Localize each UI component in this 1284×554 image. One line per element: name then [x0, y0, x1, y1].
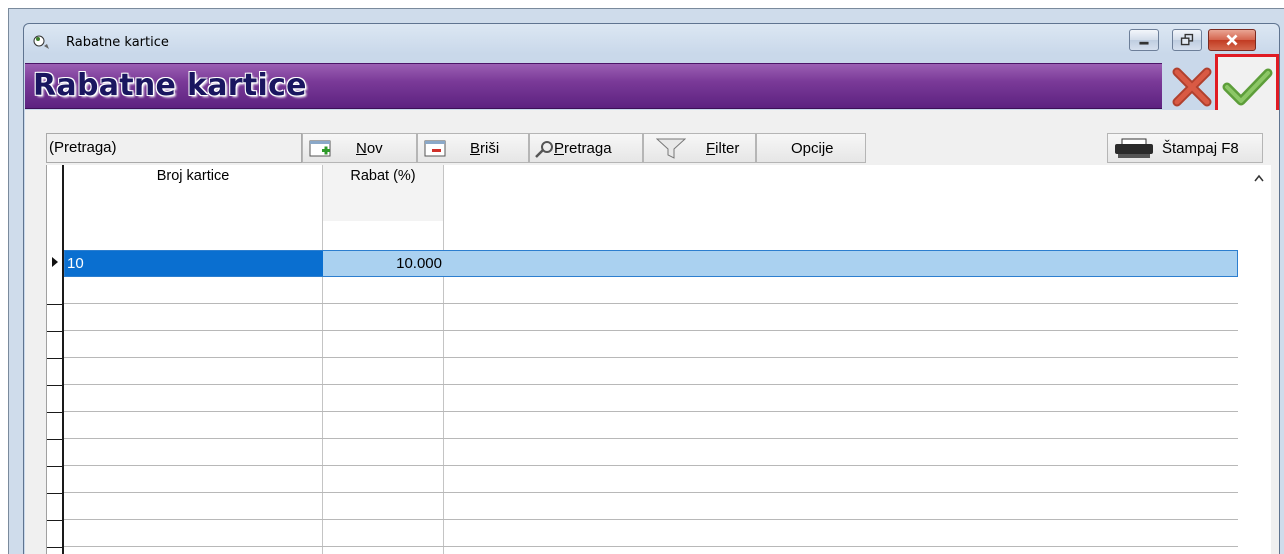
search-label-accel: P	[554, 140, 565, 157]
printer-icon	[1115, 138, 1153, 158]
row-marker	[47, 331, 64, 332]
table-row[interactable]	[64, 358, 1238, 385]
app-window: Rabatne kartice Rabatne kartice (Pretrag…	[23, 23, 1280, 554]
minimize-icon	[1139, 41, 1149, 45]
red-x-icon	[1172, 67, 1212, 107]
table-row[interactable]	[64, 412, 1238, 439]
add-icon	[309, 140, 331, 157]
row-marker	[47, 466, 64, 467]
minimize-button[interactable]	[1129, 29, 1159, 51]
options-button[interactable]: Opcije	[756, 133, 866, 163]
restore-button[interactable]	[1172, 29, 1202, 51]
app-icon	[33, 35, 49, 49]
new-label-accel: N	[356, 140, 367, 157]
data-grid[interactable]: Broj kartice Rabat (%) 10 10.000	[46, 165, 1271, 554]
delete-icon	[424, 140, 446, 157]
filter-label-accel: F	[706, 140, 716, 157]
cancel-button[interactable]	[1171, 64, 1213, 108]
cell-rabat[interactable]: 10.000	[323, 251, 444, 276]
filter-label-rest: ilter	[715, 140, 740, 157]
table-row[interactable]	[64, 304, 1238, 331]
content-area: (Pretraga) Nov Briši Pretraga Filter Opc…	[25, 110, 1279, 554]
new-label: Nov	[356, 140, 383, 157]
page-title: Rabatne kartice	[33, 68, 307, 103]
row-marker	[47, 547, 64, 548]
close-button[interactable]	[1208, 29, 1256, 51]
filter-icon	[656, 138, 686, 159]
print-label: Štampaj F8	[1162, 140, 1239, 157]
print-button[interactable]: Štampaj F8	[1107, 133, 1263, 163]
row-marker	[47, 520, 64, 521]
column-header-rabat[interactable]: Rabat (%)	[323, 165, 443, 221]
table-row[interactable]	[64, 331, 1238, 358]
delete-label-accel: B	[470, 140, 481, 157]
cell-broj-kartice[interactable]: 10	[65, 251, 323, 276]
table-row[interactable]	[64, 385, 1238, 412]
column-header-broj-kartice[interactable]: Broj kartice	[64, 165, 322, 221]
green-check-icon	[1222, 68, 1273, 106]
row-marker	[47, 412, 64, 413]
restore-icon	[1180, 33, 1194, 46]
title-bar: Rabatne kartice	[24, 24, 1279, 62]
new-button[interactable]: Nov	[302, 133, 417, 163]
new-label-rest: ov	[366, 140, 383, 157]
window-title: Rabatne kartice	[66, 35, 169, 50]
search-label: Pretraga	[554, 140, 612, 157]
toolbar: (Pretraga) Nov Briši Pretraga Filter Opc…	[46, 133, 1273, 164]
confirm-button[interactable]	[1215, 54, 1279, 118]
table-row[interactable]	[64, 277, 1238, 304]
scroll-up-button[interactable]	[1249, 165, 1269, 190]
table-row[interactable]	[64, 520, 1238, 547]
search-button[interactable]: Pretraga	[529, 133, 643, 163]
chevron-up-icon	[1254, 174, 1264, 182]
header-band: Rabatne kartice	[25, 63, 1162, 109]
search-label-rest: retraga	[564, 140, 612, 157]
table-row[interactable]	[64, 439, 1238, 466]
close-icon	[1226, 34, 1238, 46]
row-marker	[47, 358, 64, 359]
current-row-arrow-icon	[52, 257, 58, 267]
search-field[interactable]: (Pretraga)	[46, 133, 302, 163]
delete-label: Briši	[470, 140, 499, 157]
filter-label: Filter	[706, 140, 739, 157]
options-label: Opcije	[791, 140, 834, 157]
row-indicator-column	[47, 165, 64, 554]
row-marker	[47, 493, 64, 494]
delete-button[interactable]: Briši	[417, 133, 529, 163]
table-row[interactable]: 10 10.000	[64, 250, 1238, 277]
table-row[interactable]	[64, 466, 1238, 493]
row-marker	[47, 385, 64, 386]
row-marker	[47, 439, 64, 440]
search-icon	[535, 141, 553, 158]
table-row[interactable]	[64, 493, 1238, 520]
delete-label-rest: riši	[480, 140, 500, 157]
filter-button[interactable]: Filter	[643, 133, 756, 163]
row-marker	[47, 304, 64, 305]
